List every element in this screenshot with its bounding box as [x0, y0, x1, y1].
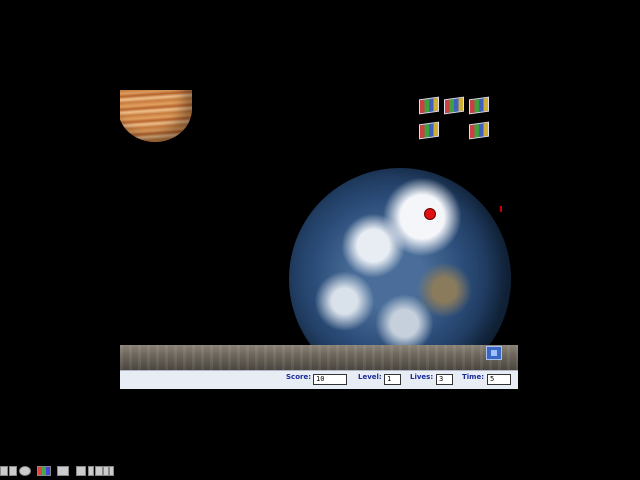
color-icon[interactable]: [37, 466, 51, 476]
time-value: 5: [487, 374, 511, 385]
game-canvas[interactable]: [120, 90, 518, 370]
score-value: 10: [313, 374, 347, 385]
level-label: Level:: [358, 373, 382, 381]
folder-icon[interactable]: [95, 466, 103, 476]
score-label: Score:: [286, 373, 311, 381]
level-value: 1: [384, 374, 401, 385]
moon-surface: [120, 345, 518, 370]
control-icon[interactable]: [57, 466, 69, 476]
arrow-icon[interactable]: [88, 466, 94, 476]
launcher-icon[interactable]: [9, 466, 17, 476]
control-strip[interactable]: [0, 466, 114, 478]
time-label: Time:: [462, 373, 485, 381]
status-bar: Score: 10 Level: 1 Lives: 3 Time: 5: [120, 370, 518, 389]
brick-windows-flag-icon: [469, 121, 489, 140]
stripe-icon[interactable]: [109, 466, 114, 476]
lives-value: 3: [436, 374, 453, 385]
marker-icon: [500, 206, 502, 212]
brick-windows-flag-icon: [419, 96, 439, 115]
brick-windows-flag-icon: [444, 96, 464, 115]
clock-icon[interactable]: [19, 466, 31, 476]
brick-group: [419, 96, 491, 140]
ball: [424, 208, 436, 220]
paddle-finder-icon[interactable]: [486, 346, 502, 360]
dock-icon[interactable]: [0, 466, 8, 476]
earth-icon: [289, 168, 511, 370]
brick-windows-flag-icon: [469, 96, 489, 115]
jupiter-icon: [120, 90, 192, 142]
sound-icon[interactable]: [76, 466, 86, 476]
brick-windows-flag-icon: [419, 121, 439, 140]
lives-label: Lives:: [410, 373, 434, 381]
